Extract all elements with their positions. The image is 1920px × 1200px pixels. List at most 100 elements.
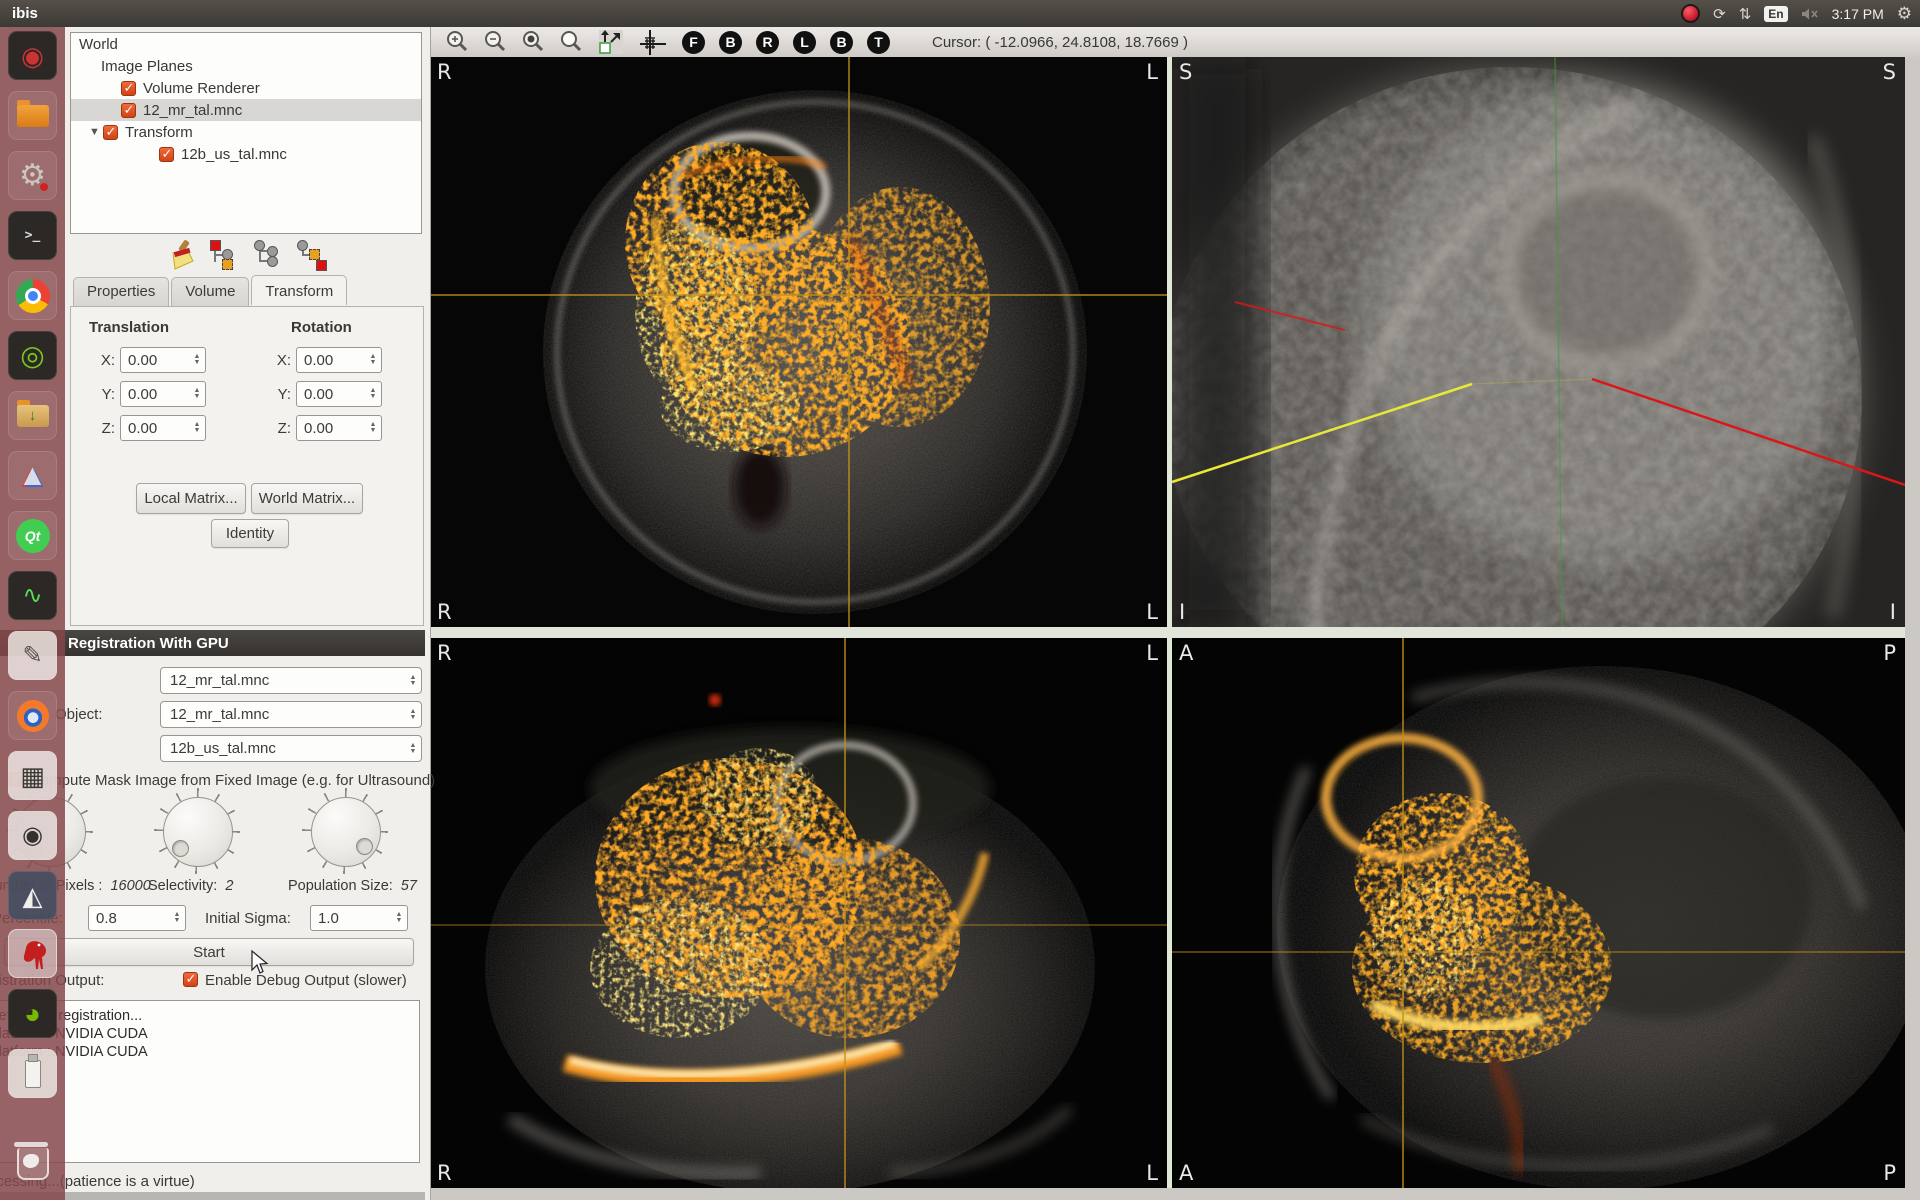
combo-arrows-icon[interactable]: ▲▼ xyxy=(405,736,421,761)
nvidia-settings-icon[interactable]: ◕ xyxy=(8,989,57,1038)
terminal-icon[interactable]: >_ xyxy=(8,211,57,260)
view-top-button[interactable]: T xyxy=(867,31,890,54)
downloads-folder-icon[interactable]: ↓ xyxy=(8,391,57,440)
orientation-label: P xyxy=(1883,641,1896,665)
us-checkbox[interactable] xyxy=(159,147,174,162)
translation-x-spinbox[interactable]: 0.00▲▼ xyxy=(120,347,206,373)
view-right-button[interactable]: R xyxy=(756,31,779,54)
tree-item-12-mr-tal[interactable]: 12_mr_tal.mnc xyxy=(71,99,421,121)
rotation-y-spinbox[interactable]: 0.00▲▼ xyxy=(296,381,382,407)
crosshair-grid-icon[interactable] xyxy=(636,28,668,56)
clean-scene-broom-icon[interactable] xyxy=(165,239,195,271)
mask-label: Compute Mask Image from Fixed Image (e.g… xyxy=(30,772,435,789)
view-left-button[interactable]: L xyxy=(793,31,816,54)
coronal-view[interactable]: R L R L xyxy=(430,638,1167,1188)
sigma-spinbox[interactable]: 1.0 ▲▼ xyxy=(310,905,408,931)
orientation-label: I xyxy=(1890,600,1896,624)
scene-tree[interactable]: World Image Planes Volume Renderer 12_mr… xyxy=(70,32,422,234)
keyboard-layout-indicator[interactable]: En xyxy=(1764,6,1787,22)
add-transform-icon[interactable] xyxy=(209,240,239,270)
rotation-x-spinbox[interactable]: 0.00▲▼ xyxy=(296,347,382,373)
clock[interactable]: 3:17 PM xyxy=(1832,6,1884,22)
sagittal-view[interactable]: A P A P xyxy=(1172,638,1905,1188)
gpu-dialog-title: Registration With GPU xyxy=(68,635,229,652)
threed-view[interactable]: S S I I xyxy=(1172,57,1905,627)
zoom-out-icon[interactable] xyxy=(482,29,512,55)
orientation-label: A xyxy=(1179,1161,1193,1185)
fixed-image-combo[interactable]: 12_mr_tal.mnc ▲▼ xyxy=(160,667,422,694)
transform-checkbox[interactable] xyxy=(103,125,118,140)
selectivity-knob[interactable] xyxy=(163,797,233,867)
world-matrix-button[interactable]: World Matrix... xyxy=(251,483,363,514)
mouse-cursor xyxy=(250,950,270,976)
axial-view[interactable]: R L R L xyxy=(430,57,1167,627)
mr-checkbox[interactable] xyxy=(121,103,136,118)
view-front-button[interactable]: F xyxy=(682,31,705,54)
rotation-z-spinbox[interactable]: 0.00▲▼ xyxy=(296,415,382,441)
system-settings-icon[interactable]: ⚙ xyxy=(8,151,57,200)
translation-z-spinbox[interactable]: 0.00▲▼ xyxy=(120,415,206,441)
photo-camera-icon[interactable]: ◉ xyxy=(8,811,57,860)
chrome-browser-icon[interactable] xyxy=(8,271,57,320)
sagittal-mri-image xyxy=(1172,638,1905,1188)
zoom-reset-icon[interactable] xyxy=(558,29,588,55)
start-button[interactable]: Start xyxy=(4,938,414,966)
tree-item-12b-us-tal[interactable]: 12b_us_tal.mnc xyxy=(71,143,421,165)
reset-camera-icon[interactable] xyxy=(598,29,624,55)
text-editor-icon[interactable]: ✎ xyxy=(8,631,57,680)
trash-icon[interactable] xyxy=(8,1139,57,1188)
zoom-in-icon[interactable] xyxy=(444,29,474,55)
muted-speaker-icon[interactable] xyxy=(1801,7,1819,21)
tab-properties[interactable]: Properties xyxy=(73,277,169,307)
zoom-fit-icon[interactable] xyxy=(520,29,550,55)
ibis-app-icon[interactable] xyxy=(8,929,57,978)
recording-indicator-icon[interactable] xyxy=(1681,4,1700,23)
calculator-icon[interactable]: ▦ xyxy=(8,751,57,800)
network-arrows-icon[interactable]: ⇅ xyxy=(1739,5,1752,23)
usb-drive-icon[interactable] xyxy=(8,1049,57,1098)
tree-item-image-planes[interactable]: Image Planes xyxy=(71,55,421,77)
orientation-label: I xyxy=(1179,600,1185,624)
percentile-spinbox[interactable]: 0.8 ▲▼ xyxy=(88,905,186,931)
view-separator-horizontal xyxy=(430,627,1905,638)
tree-item-volume-renderer[interactable]: Volume Renderer xyxy=(71,77,421,99)
translation-x-row: X: 0.00▲▼ xyxy=(93,347,206,373)
files-folder-icon[interactable] xyxy=(8,91,57,140)
photos-prism-icon[interactable]: ▲ xyxy=(8,451,57,500)
unity-launcher-dock: ◉ ⚙ >_ ◎ ↓ ▲ Qt ∿ ✎ ▦ ◉ ◭ ◕ xyxy=(0,27,65,1200)
qt-creator-icon[interactable]: Qt xyxy=(8,511,57,560)
transform-pane: Translation Rotation X: 0.00▲▼ Y: 0.00▲▼… xyxy=(70,306,424,626)
moving-object-combo[interactable]: 12_mr_tal.mnc ▲▼ xyxy=(160,701,422,728)
population-knob[interactable] xyxy=(311,797,381,867)
combo-arrows-icon[interactable]: ▲▼ xyxy=(405,668,421,693)
camera-app-icon[interactable]: ◎ xyxy=(8,331,57,380)
view-bottom-button[interactable]: B xyxy=(830,31,853,54)
local-matrix-button[interactable]: Local Matrix... xyxy=(136,483,246,514)
translation-title: Translation xyxy=(89,319,169,336)
document-twist-icon[interactable]: ◭ xyxy=(8,871,57,920)
tree-item-world[interactable]: World xyxy=(71,33,421,55)
view-back-button[interactable]: B xyxy=(719,31,742,54)
translation-y-spinbox[interactable]: 0.00▲▼ xyxy=(120,381,206,407)
dash-home-icon[interactable]: ◉ xyxy=(8,31,57,80)
system-tray: ⟳ ⇅ En 3:17 PM ⚙ xyxy=(1681,0,1912,27)
population-value: 57 xyxy=(401,878,417,894)
system-monitor-icon[interactable]: ∿ xyxy=(8,571,57,620)
ultrasound-combo[interactable]: 12b_us_tal.mnc ▲▼ xyxy=(160,735,422,762)
combo-arrows-icon[interactable]: ▲▼ xyxy=(405,702,421,727)
tab-transform[interactable]: Transform xyxy=(251,275,347,305)
volume-renderer-checkbox[interactable] xyxy=(121,81,136,96)
identity-button[interactable]: Identity xyxy=(211,519,289,548)
transform-chip-icon[interactable] xyxy=(297,240,327,270)
blender-icon[interactable] xyxy=(8,691,57,740)
session-gear-icon[interactable]: ⚙ xyxy=(1897,4,1912,24)
tab-volume[interactable]: Volume xyxy=(171,277,249,307)
orientation-label: R xyxy=(437,1161,452,1185)
orientation-label: A xyxy=(1179,641,1193,665)
expander-icon[interactable]: ▼ xyxy=(89,126,101,138)
node-tree-icon[interactable] xyxy=(253,240,283,270)
orientation-label: R xyxy=(437,600,452,624)
tree-item-transform[interactable]: ▼ Transform xyxy=(71,121,421,143)
debug-output-checkbox[interactable] xyxy=(183,972,198,987)
sync-indicator-icon[interactable]: ⟳ xyxy=(1713,5,1726,23)
